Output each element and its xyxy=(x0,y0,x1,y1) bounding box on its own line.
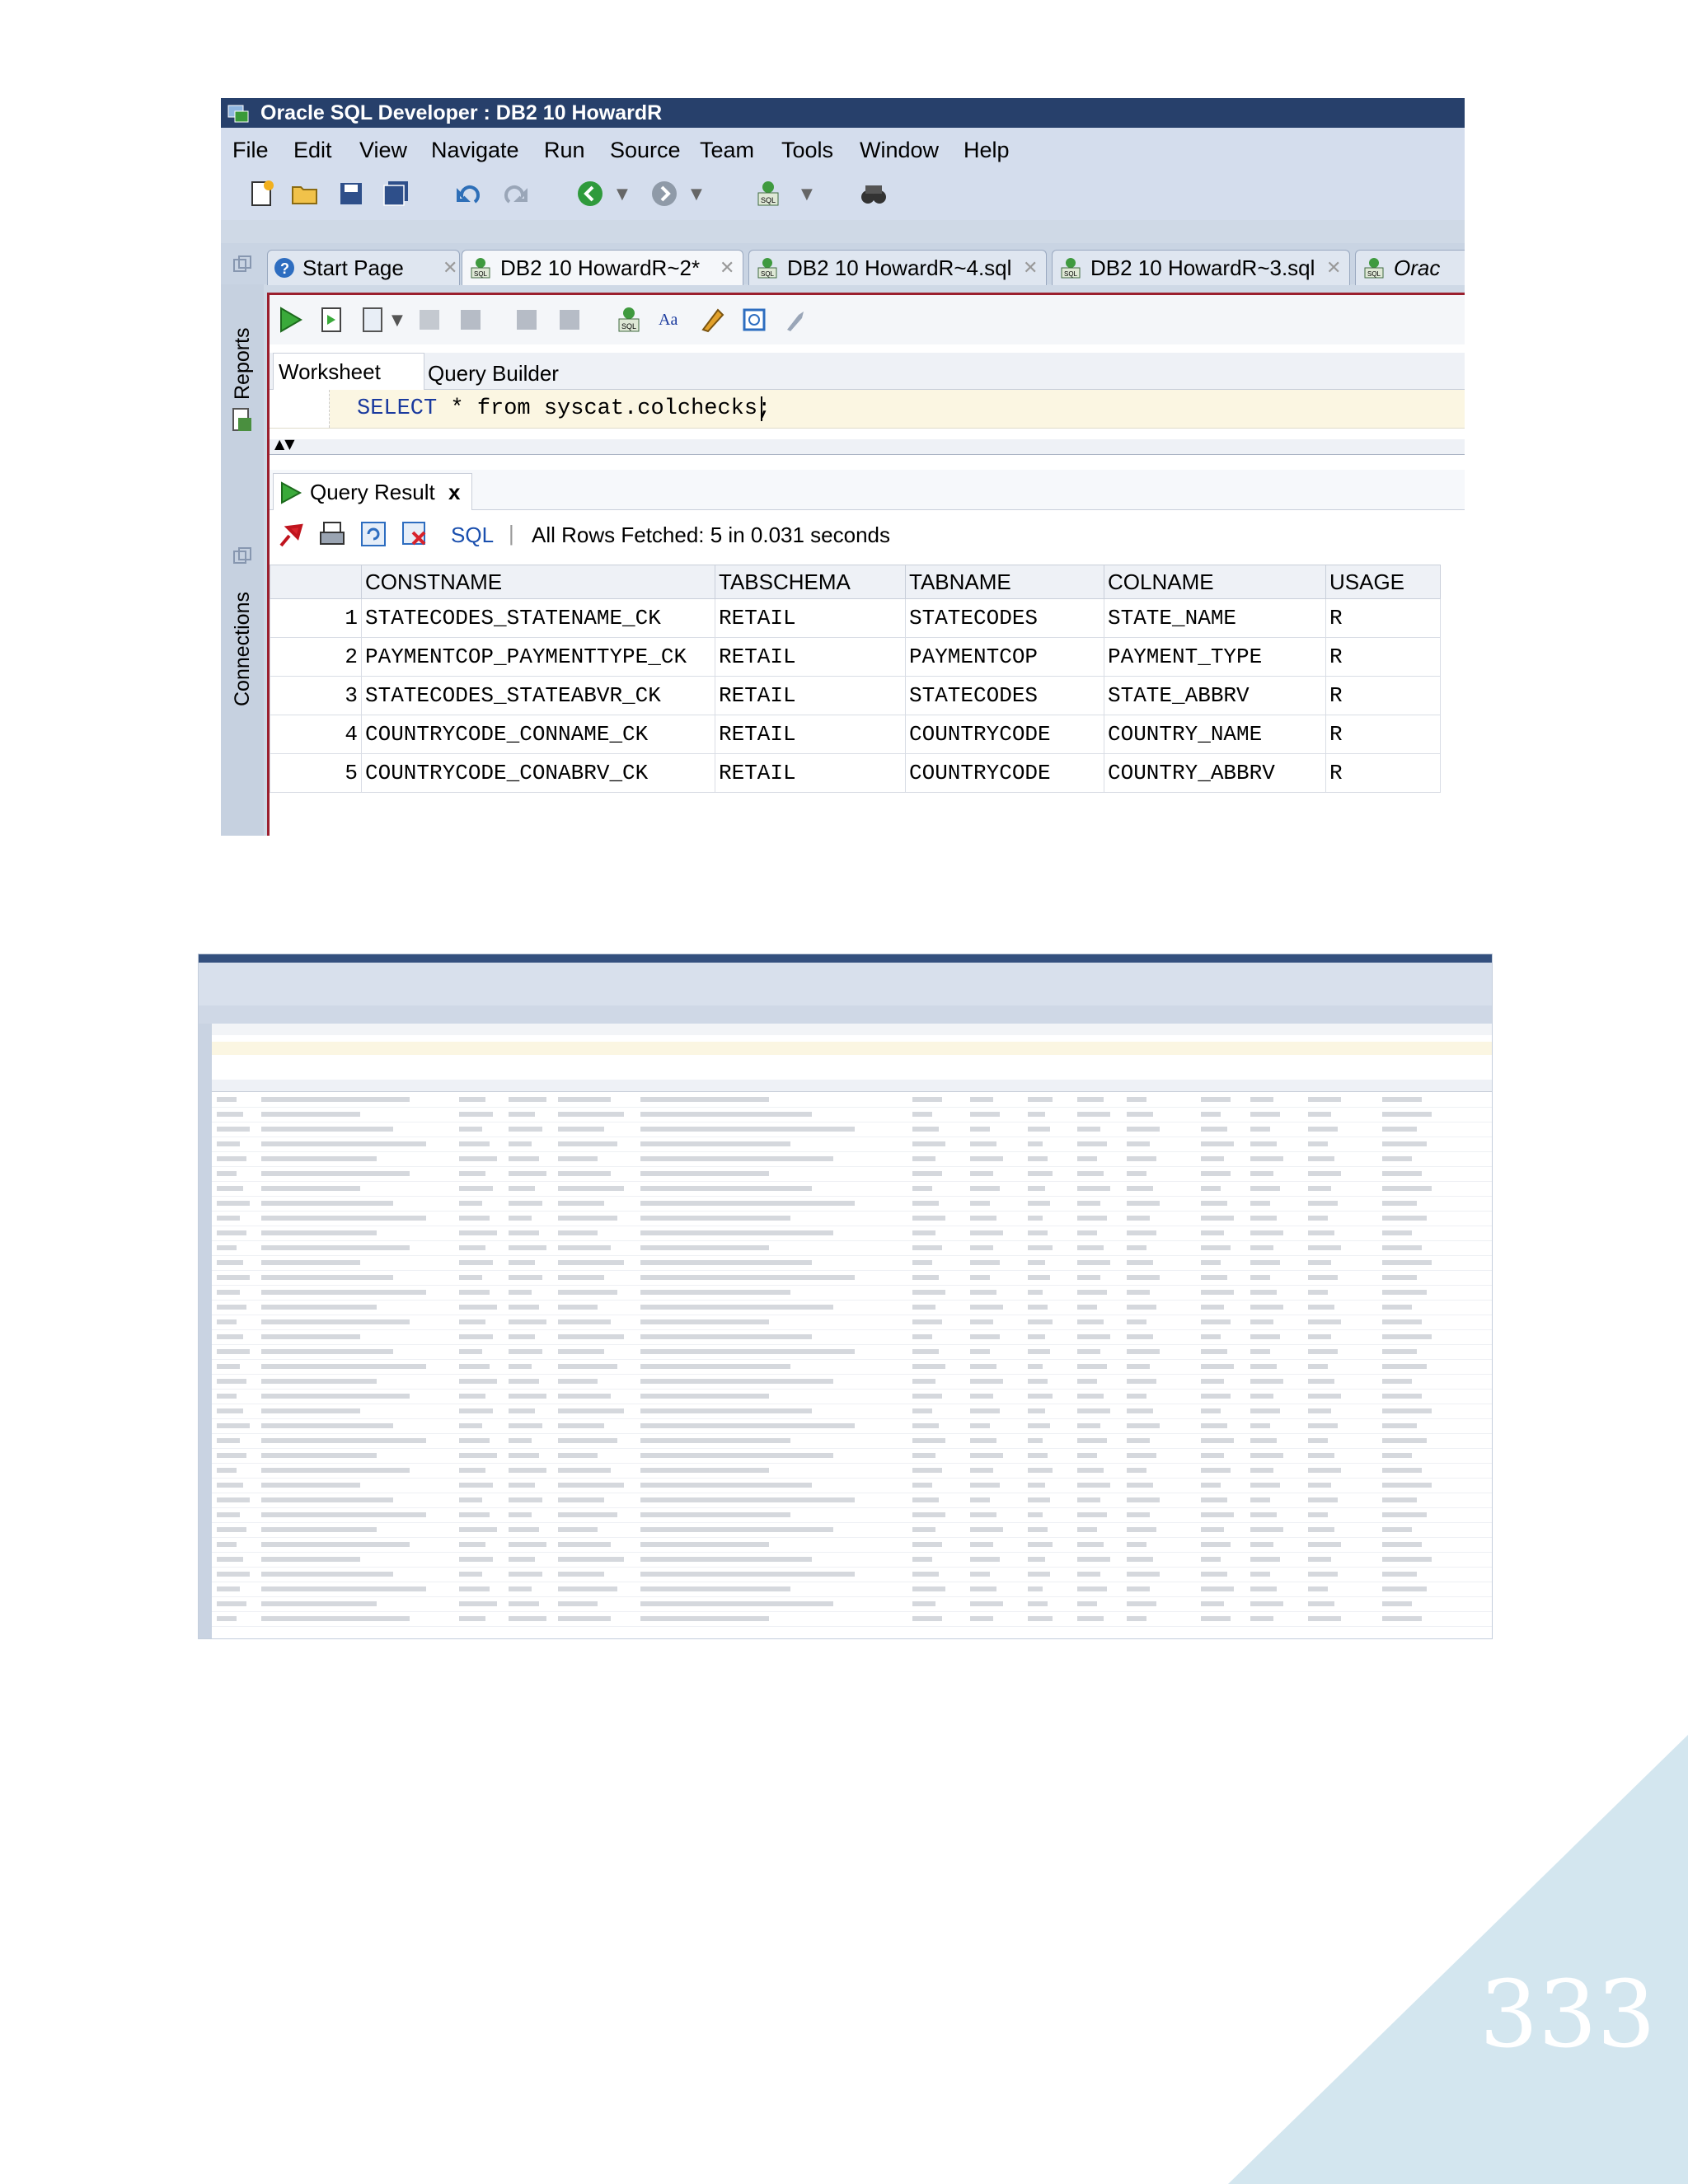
corner-decoration xyxy=(1228,1735,1688,2184)
page-number: 333 xyxy=(1479,1961,1656,2069)
